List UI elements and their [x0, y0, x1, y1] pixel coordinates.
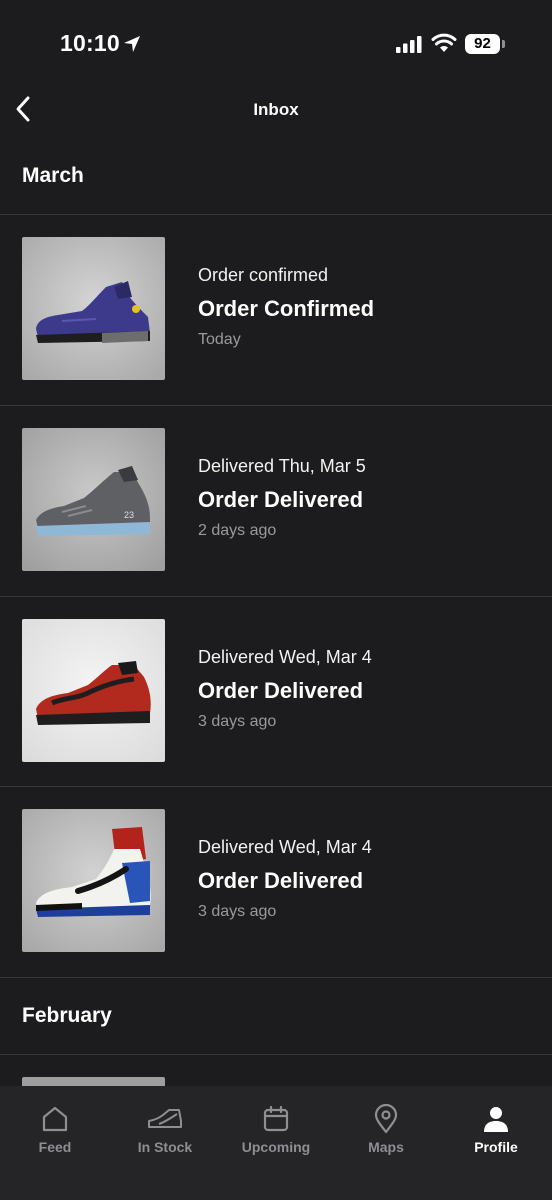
inbox-item[interactable]: Delivered Wed, Mar 4 Order Delivered 3 d… — [0, 787, 552, 977]
item-status: Delivered Thu, Mar 5 — [198, 456, 366, 476]
tab-label: In Stock — [137, 1139, 193, 1155]
battery-level: 92 — [465, 34, 500, 54]
tab-label: Maps — [368, 1139, 404, 1155]
wifi-icon — [431, 33, 457, 52]
item-title: Order Confirmed — [198, 296, 375, 321]
location-arrow-icon — [124, 36, 140, 52]
inbox-item[interactable]: 23 Delivered Thu, Mar 5 Order Delivered … — [0, 406, 552, 596]
item-time: 3 days ago — [198, 903, 277, 920]
battery-indicator: 92 — [465, 34, 507, 56]
status-time: 10:10 — [60, 30, 120, 56]
tab-label: Profile — [474, 1139, 518, 1155]
item-time: Today — [198, 331, 241, 348]
item-time: 3 days ago — [198, 713, 277, 730]
item-title: Order Delivered — [198, 487, 364, 512]
product-image — [22, 809, 165, 952]
section-header-march: March — [22, 164, 84, 187]
inbox-item[interactable]: Order confirmed Order Confirmed Today — [0, 215, 552, 405]
calendar-icon — [263, 1105, 289, 1132]
item-status: Order confirmed — [198, 265, 329, 285]
cellular-signal-icon — [396, 36, 422, 53]
tab-profile[interactable]: Profile — [441, 1104, 551, 1164]
tab-label: Upcoming — [241, 1139, 311, 1155]
item-time: 2 days ago — [198, 522, 277, 539]
nav-bar: Inbox — [0, 88, 552, 132]
svg-text:23: 23 — [124, 510, 134, 520]
status-bar: 10:10 92 — [0, 0, 552, 88]
tab-maps[interactable]: Maps — [331, 1104, 441, 1164]
section-header-february: February — [22, 1004, 112, 1027]
shoe-icon — [148, 1109, 182, 1128]
tab-bar: Feed In Stock Upcoming Maps Profile — [0, 1086, 552, 1200]
item-title: Order Delivered — [198, 868, 364, 893]
divider — [0, 977, 552, 978]
product-image — [22, 619, 165, 762]
profile-icon — [484, 1107, 508, 1132]
divider — [0, 1054, 552, 1055]
tab-upcoming[interactable]: Upcoming — [221, 1104, 331, 1164]
map-pin-icon — [374, 1104, 398, 1134]
item-status: Delivered Wed, Mar 4 — [198, 647, 372, 667]
item-status: Delivered Wed, Mar 4 — [198, 837, 372, 857]
battery-cap — [502, 40, 505, 48]
inbox-item[interactable]: Delivered Wed, Mar 4 Order Delivered 3 d… — [0, 597, 552, 787]
item-title: Order Delivered — [198, 678, 364, 703]
page-title: Inbox — [253, 100, 299, 119]
tab-in-stock[interactable]: In Stock — [110, 1104, 220, 1164]
tab-feed[interactable]: Feed — [0, 1104, 110, 1164]
product-image: 23 — [22, 428, 165, 571]
product-image — [22, 237, 165, 380]
tab-label: Feed — [38, 1139, 72, 1155]
home-icon — [42, 1106, 68, 1132]
